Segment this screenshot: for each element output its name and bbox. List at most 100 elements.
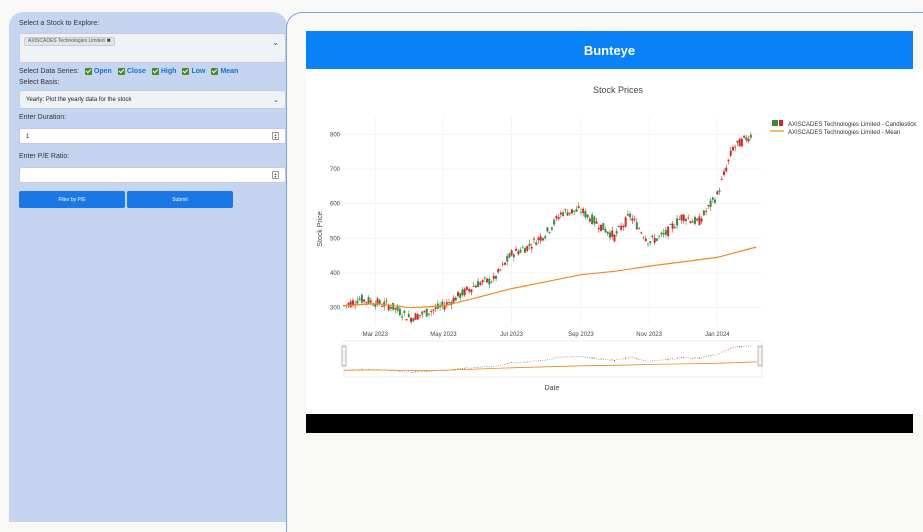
stock-label: Select a Stock to Explore:: [19, 20, 100, 27]
filter-pe-button[interactable]: Filter by P/E: [19, 191, 125, 208]
candle-body: [423, 311, 426, 312]
mini-candle: [719, 353, 721, 355]
candle-body: [714, 199, 717, 203]
candle-body: [743, 135, 746, 138]
candle-body: [629, 213, 632, 218]
legend-item-mean[interactable]: AXISCADES Technologies Limited - Mean: [770, 130, 900, 136]
checkbox-mean-label: Mean: [220, 67, 239, 75]
candle-body: [731, 147, 734, 151]
mini-candle: [712, 354, 714, 356]
check-icon: [84, 67, 92, 75]
banner-title: Bunteye: [583, 42, 636, 58]
legend: AXISCADES Technologies Limited - Candles…: [770, 120, 917, 136]
mini-candle: [707, 355, 709, 357]
pe-input[interactable]: ▴ ▾: [19, 167, 286, 183]
candle-body: [521, 247, 524, 249]
candle-body: [745, 137, 748, 141]
checkbox-mean[interactable]: Mean: [211, 67, 239, 75]
candle-body: [638, 228, 641, 230]
mini-candle: [529, 361, 531, 362]
remove-tag-icon[interactable]: ✖: [107, 38, 111, 44]
stock-tag: AXISCADES Technologies Limited ✖: [24, 37, 115, 46]
checkbox-low[interactable]: Low: [182, 67, 205, 75]
candle-body: [461, 289, 464, 296]
candle-body: [519, 249, 522, 253]
mini-candle: [553, 357, 555, 359]
checkbox-open-label: Open: [93, 67, 112, 75]
check-icon: [211, 67, 219, 75]
mini-candle: [537, 360, 539, 361]
candle-body: [358, 298, 361, 300]
chevron-down-icon[interactable]: ⌄: [273, 96, 279, 104]
checkbox-open[interactable]: Open: [84, 67, 112, 75]
mini-candle: [549, 359, 551, 361]
candle-body: [430, 311, 433, 313]
mini-candle: [473, 367, 475, 368]
candle-body: [738, 138, 741, 147]
candle-body: [477, 281, 480, 288]
candle-body: [653, 238, 656, 243]
mini-candle: [636, 358, 638, 360]
y-tick-label: 600: [330, 202, 341, 208]
mini-candle: [419, 371, 421, 373]
mini-candle: [428, 371, 430, 372]
submit-button[interactable]: Submit: [127, 191, 233, 208]
basis-label: Select Basis:: [19, 79, 60, 86]
candle-body: [600, 224, 603, 231]
spinner-icon[interactable]: ▴ ▾: [272, 132, 279, 140]
series-row: Select Data Series: Open Close High Low …: [19, 66, 238, 76]
candle-body: [566, 212, 569, 216]
mini-candle: [569, 356, 571, 358]
mini-candle: [423, 370, 425, 372]
candle-body: [734, 146, 737, 148]
legend-item-candlestick[interactable]: AXISCADES Technologies Limited - Candles…: [772, 120, 917, 128]
y-tick-label: 400: [330, 271, 341, 277]
mini-candle: [703, 356, 705, 358]
candle-body: [575, 209, 578, 212]
range-handle-right[interactable]: [757, 345, 763, 367]
candle-body: [508, 253, 511, 258]
mini-candle: [591, 357, 593, 359]
mini-candle: [616, 359, 618, 360]
candle-body: [689, 221, 692, 223]
duration-input[interactable]: 1 ▴ ▾: [19, 128, 286, 144]
mini-candle: [558, 357, 560, 358]
mini-candle: [526, 361, 528, 363]
checkbox-close[interactable]: Close: [117, 67, 146, 75]
candle-body: [512, 254, 515, 258]
mean-line: [343, 246, 757, 309]
mini-candle: [415, 371, 417, 373]
candle-body: [441, 301, 444, 306]
mini-candle: [421, 371, 423, 372]
mini-candle: [598, 359, 600, 360]
mini-candle: [470, 367, 472, 369]
mini-candle: [638, 359, 640, 360]
candle-body: [698, 216, 701, 226]
duration-label: Enter Duration:: [19, 114, 67, 121]
basis-select[interactable]: Yearly: Plot the yearly data for the sto…: [19, 90, 286, 109]
candle-body: [506, 256, 509, 262]
mini-candle: [524, 361, 526, 363]
candle-body: [649, 241, 652, 243]
mini-candle: [683, 357, 685, 359]
mini-candle: [571, 356, 573, 357]
candle-body: [526, 245, 529, 251]
candle-body: [644, 238, 647, 242]
mini-candle: [745, 345, 747, 347]
candle-body: [709, 200, 712, 207]
mini-candle: [491, 366, 493, 368]
candle-body: [412, 318, 415, 322]
mini-candle: [468, 367, 470, 369]
mini-candle: [681, 357, 683, 358]
range-slider[interactable]: [343, 340, 763, 378]
candle-body: [363, 299, 366, 302]
candle-body: [736, 140, 739, 143]
checkbox-high[interactable]: High: [151, 67, 176, 75]
range-handle-left[interactable]: [341, 345, 347, 367]
candle-body: [716, 191, 719, 195]
stock-select[interactable]: AXISCADES Technologies Limited ✖ ⌄: [19, 33, 286, 63]
chevron-down-icon[interactable]: ⌄: [272, 38, 279, 47]
candle-body: [588, 218, 591, 222]
stock-price-chart[interactable]: Stock Prices 300 400 500 600 700 800 Mar 2023…: [306, 69, 923, 414]
spinner-icon[interactable]: ▴ ▾: [272, 171, 279, 179]
